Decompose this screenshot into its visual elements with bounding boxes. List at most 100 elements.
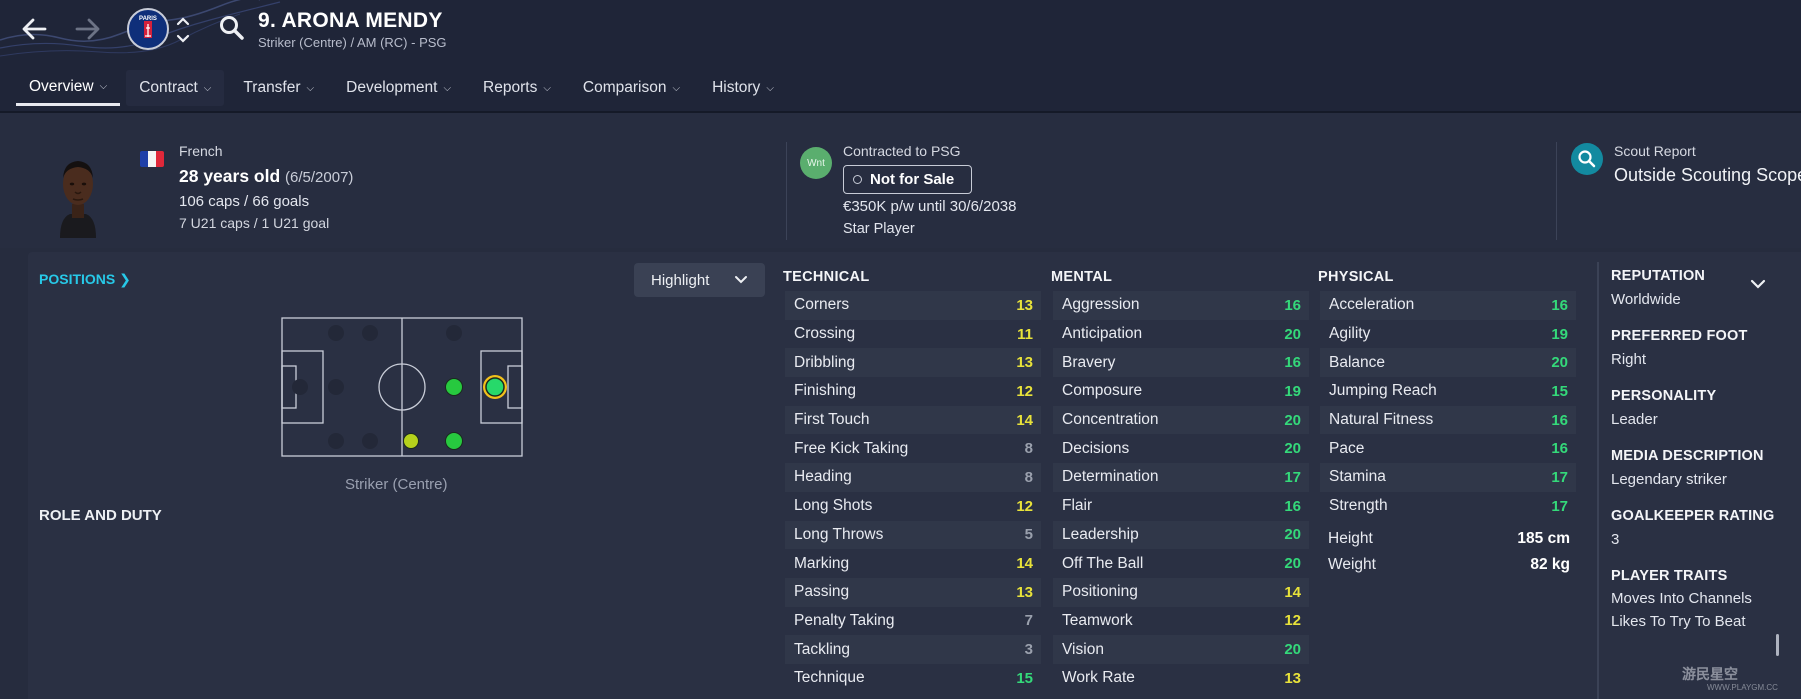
preferred-foot-heading: PREFERRED FOOT xyxy=(1611,328,1748,344)
attribute-row[interactable]: Bravery 16 xyxy=(1053,348,1309,378)
attribute-row[interactable]: Technique 15 xyxy=(785,664,1041,693)
attribute-row[interactable]: Long Throws 5 xyxy=(785,520,1041,550)
attribute-row[interactable]: Vision 20 xyxy=(1053,635,1309,664)
attribute-name: Balance xyxy=(1329,353,1386,371)
positions-link[interactable]: POSITIONS ❯ xyxy=(39,271,131,288)
attribute-row[interactable]: Composure 19 xyxy=(1053,377,1309,406)
attribute-value: 19 xyxy=(1284,382,1301,400)
attribute-row[interactable]: Crossing 11 xyxy=(785,320,1041,349)
chevron-down-icon: ⌵ xyxy=(99,81,108,92)
wanted-badge: Wnt xyxy=(800,147,832,179)
attribute-row[interactable]: Heading 8 xyxy=(785,463,1041,492)
transfer-status-button[interactable]: Not for Sale xyxy=(843,165,972,194)
attribute-row[interactable]: Strength 17 xyxy=(1320,492,1576,521)
attribute-value: 16 xyxy=(1284,296,1301,314)
attribute-name: Strength xyxy=(1329,497,1388,515)
tab-contract[interactable]: Contract ⌵ xyxy=(126,70,225,106)
tab-overview[interactable]: Overview ⌵ xyxy=(16,70,121,106)
attribute-row[interactable]: Finishing 12 xyxy=(785,377,1041,406)
attribute-value: 8 xyxy=(1024,440,1033,458)
chevron-down-icon: ⌵ xyxy=(203,82,212,94)
traits-scrollbar[interactable] xyxy=(1776,634,1779,656)
attribute-name: Pace xyxy=(1329,439,1365,457)
attribute-value: 13 xyxy=(1016,354,1033,372)
tab-label: Reports xyxy=(483,79,538,96)
attribute-row[interactable]: Agility 19 xyxy=(1320,320,1576,349)
club-crest-button[interactable]: PARIS xyxy=(127,8,169,50)
attribute-row[interactable]: Marking 14 xyxy=(785,549,1041,578)
highlight-dropdown[interactable]: Highlight xyxy=(634,263,765,297)
attribute-value: 14 xyxy=(1016,555,1033,573)
attribute-value: 13 xyxy=(1016,296,1033,314)
attribute-name: Decisions xyxy=(1062,439,1130,457)
forward-button[interactable] xyxy=(70,12,106,46)
tab-development[interactable]: Development ⌵ xyxy=(333,70,464,106)
reputation-expand-button[interactable] xyxy=(1750,278,1766,290)
attribute-row[interactable]: Pace 16 xyxy=(1320,434,1576,463)
attribute-row[interactable]: Teamwork 12 xyxy=(1053,607,1309,636)
attribute-row[interactable]: Corners 13 xyxy=(785,291,1041,320)
search-button[interactable] xyxy=(218,14,246,42)
attribute-value: 20 xyxy=(1284,641,1301,659)
attribute-row[interactable]: Balance 20 xyxy=(1320,348,1576,378)
tab-label: Development xyxy=(346,79,438,96)
tab-reports[interactable]: Reports ⌵ xyxy=(470,70,564,106)
attribute-row[interactable]: Leadership 20 xyxy=(1053,520,1309,550)
attribute-name: Vision xyxy=(1062,640,1104,658)
psg-crest-icon: PARIS xyxy=(131,12,165,46)
attribute-row[interactable]: Jumping Reach 15 xyxy=(1320,377,1576,406)
position-dot-am-r xyxy=(445,432,463,450)
scout-report-button[interactable] xyxy=(1571,143,1603,175)
status-dot-icon xyxy=(853,175,862,184)
attribute-row[interactable]: Concentration 20 xyxy=(1053,405,1309,435)
attribute-name: Natural Fitness xyxy=(1329,411,1434,429)
nationality: French xyxy=(179,143,223,159)
wage-info: €350K p/w until 30/6/2038 xyxy=(843,198,1017,215)
positions-label: POSITIONS xyxy=(39,271,116,287)
date-of-birth: (6/5/2007) xyxy=(285,169,354,186)
attribute-row[interactable]: Anticipation 20 xyxy=(1053,320,1309,349)
u21-caps: 7 U21 caps / 1 U21 goal xyxy=(179,215,330,231)
attribute-row[interactable]: Work Rate 13 xyxy=(1053,664,1309,693)
attribute-row[interactable]: Acceleration 16 xyxy=(1320,291,1576,320)
attribute-row[interactable]: Passing 13 xyxy=(785,577,1041,607)
player-face-image xyxy=(60,161,96,238)
attribute-row[interactable]: Off The Ball 20 xyxy=(1053,549,1309,578)
reputation-heading: REPUTATION xyxy=(1611,268,1706,284)
back-button[interactable] xyxy=(16,12,52,46)
technical-attributes: Corners 13 Crossing 11 Dribbling 13 Finishing 1… xyxy=(785,291,1041,693)
chevron-down-icon: ⌵ xyxy=(306,82,315,94)
attribute-row[interactable]: Determination 17 xyxy=(1053,463,1309,492)
goalkeeper-rating-heading: GOALKEEPER RATING xyxy=(1611,508,1775,524)
height-value: 185 cm xyxy=(1517,530,1570,547)
role-and-duty-heading: ROLE AND DUTY xyxy=(39,507,162,524)
attribute-name: Penalty Taking xyxy=(794,611,895,629)
attribute-value: 11 xyxy=(1017,325,1033,343)
tab-transfer[interactable]: Transfer ⌵ xyxy=(230,70,327,106)
attribute-value: 17 xyxy=(1551,497,1568,515)
height-label: Height xyxy=(1328,530,1373,547)
attribute-row[interactable]: First Touch 14 xyxy=(785,405,1041,435)
top-bar: PARIS 9. ARONA MENDY Striker (Centre) / … xyxy=(0,0,1801,58)
attribute-row[interactable]: Long Shots 12 xyxy=(785,492,1041,521)
attribute-row[interactable]: Penalty Taking 7 xyxy=(785,607,1041,636)
tab-comparison[interactable]: Comparison ⌵ xyxy=(570,70,693,106)
attribute-row[interactable]: Tackling 3 xyxy=(785,635,1041,664)
attribute-row[interactable]: Flair 16 xyxy=(1053,492,1309,521)
media-description-heading: MEDIA DESCRIPTION xyxy=(1611,448,1764,464)
attribute-row[interactable]: Stamina 17 xyxy=(1320,463,1576,492)
attribute-row[interactable]: Decisions 20 xyxy=(1053,434,1309,463)
height-row: Height 185 cm xyxy=(1328,530,1578,548)
player-switcher[interactable] xyxy=(175,14,191,46)
position-dot-am-c xyxy=(445,378,463,396)
attribute-value: 12 xyxy=(1016,382,1033,400)
attribute-row[interactable]: Natural Fitness 16 xyxy=(1320,405,1576,435)
attribute-row[interactable]: Dribbling 13 xyxy=(785,348,1041,378)
attribute-row[interactable]: Positioning 14 xyxy=(1053,577,1309,607)
attribute-name: Jumping Reach xyxy=(1329,382,1437,400)
tab-history[interactable]: History ⌵ xyxy=(699,70,787,106)
goalkeeper-rating-value: 3 xyxy=(1611,531,1620,548)
attribute-row[interactable]: Free Kick Taking 8 xyxy=(785,434,1041,463)
attribute-value: 14 xyxy=(1016,411,1033,429)
attribute-row[interactable]: Aggression 16 xyxy=(1053,291,1309,320)
